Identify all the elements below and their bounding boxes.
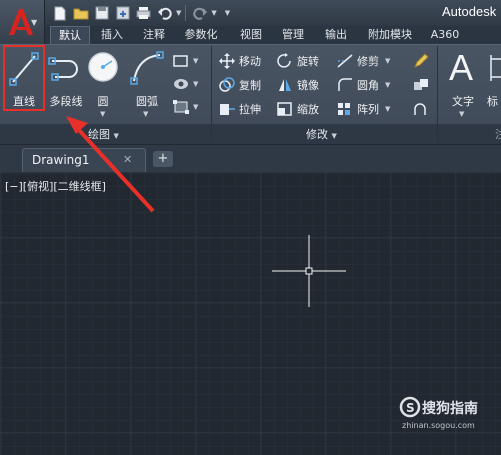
watermark-url: zhinan.sogou.com (402, 421, 475, 430)
red-arrow-annotation-icon (66, 116, 155, 213)
watermark-text: 搜狗指南 (422, 401, 478, 417)
svg-text:S: S (406, 401, 415, 415)
